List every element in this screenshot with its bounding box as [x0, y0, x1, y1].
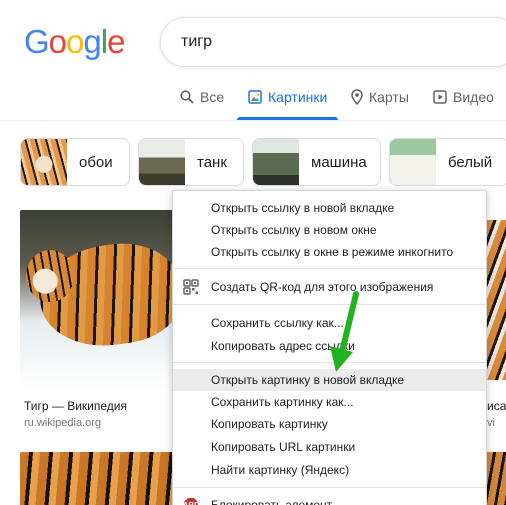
tab-maps[interactable]: Карты	[351, 89, 409, 105]
tab-images[interactable]: Картинки	[248, 89, 327, 105]
search-icon	[180, 90, 194, 104]
search-input[interactable]: тигр	[160, 17, 506, 67]
result-image-tiger-bottom[interactable]	[20, 452, 192, 505]
menu-open-link-new-tab[interactable]: Открыть ссылку в новой вкладке	[173, 197, 486, 219]
tabs-divider	[0, 120, 506, 121]
tiger-head	[26, 250, 74, 302]
military-car-thumb	[253, 139, 299, 185]
menu-open-link-new-window[interactable]: Открыть ссылку в новом окне	[173, 219, 486, 241]
result-image-tiger[interactable]	[20, 210, 192, 390]
chip-tank[interactable]: танк	[138, 138, 244, 186]
tiger-face-thumb	[21, 139, 67, 185]
logo-letter: g	[83, 23, 101, 60]
annotation-arrow-icon	[330, 291, 359, 372]
logo-letter: o	[66, 23, 84, 60]
chip-label: танк	[197, 153, 227, 171]
video-icon	[433, 90, 447, 104]
result-source[interactable]: ru.wikipedia.org	[24, 417, 101, 429]
chip-wallpaper[interactable]: обои	[20, 138, 130, 186]
logo-letter: e	[107, 23, 125, 60]
result-source[interactable]: vi	[487, 417, 495, 429]
tab-label: Видео	[453, 89, 494, 105]
image-icon	[248, 90, 262, 104]
menu-search-image-yandex[interactable]: Найти картинку (Яндекс)	[173, 459, 486, 481]
chip-label: машина	[311, 153, 367, 171]
menu-copy-image[interactable]: Копировать картинку	[173, 413, 486, 435]
tab-label: Картинки	[268, 89, 328, 105]
white-tigers-thumb	[390, 139, 436, 185]
map-pin-icon	[351, 89, 363, 105]
chip-car[interactable]: машина	[252, 138, 381, 186]
chip-label: обои	[79, 153, 113, 171]
search-tabs: Все Картинки Карты Видео	[0, 80, 506, 120]
chip-white[interactable]: белый	[389, 138, 506, 186]
result-title[interactable]: иса	[487, 399, 506, 413]
menu-open-link-incognito[interactable]: Открыть ссылку в окне в режиме инкогнито	[173, 241, 486, 263]
menu-separator	[173, 268, 486, 269]
tab-label: Все	[200, 89, 225, 105]
result-title[interactable]: Тигр — Википедия	[24, 399, 127, 413]
tank-thumb	[139, 139, 185, 185]
tab-label: Карты	[369, 89, 409, 105]
chip-label: белый	[448, 153, 493, 171]
logo-letter: o	[48, 23, 67, 60]
result-image-tiger-bottom-right[interactable]	[486, 452, 506, 505]
tab-video[interactable]: Видео	[433, 89, 494, 105]
menu-block-element[interactable]: Блокировать элемент...	[173, 494, 486, 505]
result-image-tiger-right[interactable]	[486, 220, 506, 380]
logo-letter: G	[24, 23, 50, 60]
menu-separator	[173, 487, 486, 488]
menu-save-image-as[interactable]: Сохранить картинку как...	[173, 391, 486, 413]
menu-copy-image-url[interactable]: Копировать URL картинки	[173, 436, 486, 458]
tab-all[interactable]: Все	[180, 89, 224, 105]
search-query: тигр	[181, 33, 212, 50]
google-logo[interactable]: Google	[24, 23, 125, 60]
